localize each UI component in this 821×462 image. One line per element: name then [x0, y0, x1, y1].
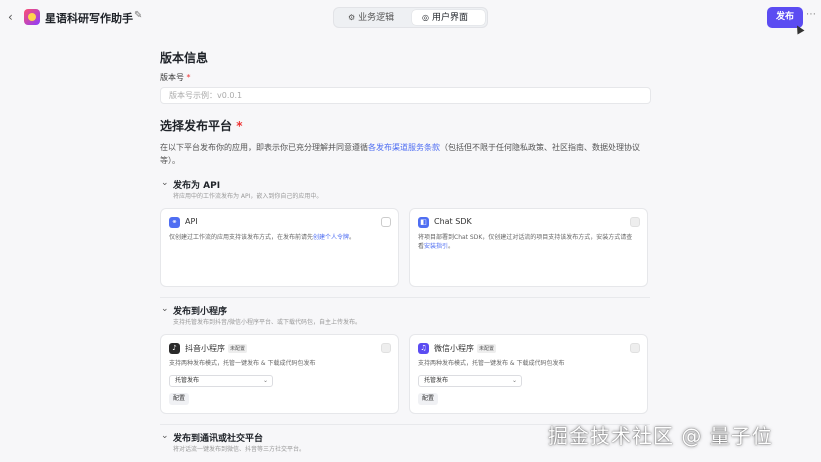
status-badge: 未配置 [228, 344, 248, 353]
section-subtitle: 将应用中的工作流发布为 API，嵌入到你自己的应用中。 [173, 193, 323, 200]
select-value: 托管发布 [175, 377, 200, 384]
wechat-checkbox[interactable] [630, 343, 640, 353]
configure-button[interactable]: 配置 [418, 393, 438, 405]
card-wechat-mini-program[interactable]: ♫ 微信小程序 未配置 支持两种发布模式，托管一键发布 & 下载成代码包发布 托管… [409, 334, 648, 414]
chevron-down-icon[interactable]: ⌄ [161, 304, 169, 314]
version-section-title: 版本信息 [160, 51, 209, 65]
divider [160, 297, 650, 298]
select-value: 托管发布 [424, 377, 449, 384]
card-description: 将项目部署到Chat SDK，仅创建过对话流的项目支持该发布方式，安装方式请查看… [418, 233, 638, 251]
card-name-text: 抖音小程序 [185, 344, 225, 353]
version-field-label: 版本号 * [160, 72, 191, 83]
card-name: API [185, 217, 198, 226]
section-subtitle: 支持托管发布到抖音/微信小程序平台、或下载代码包，自主上传发布。 [173, 319, 362, 326]
wechat-mini-program-icon: ♫ [418, 343, 429, 354]
card-name: 微信小程序 未配置 [434, 343, 497, 354]
chat-sdk-checkbox[interactable] [630, 217, 640, 227]
section-title: 发布到通讯或社交平台 [173, 434, 264, 444]
card-description: 支持两种发布模式，托管一键发布 & 下载成代码包发布 [169, 360, 316, 367]
card-api[interactable]: ⚭ API 仅创建过工作流的应用支持该发布方式，在发布前请先创建个人令牌。 [160, 208, 399, 287]
app-title: 星语科研写作助手 [45, 12, 133, 25]
douyin-checkbox[interactable] [381, 343, 391, 353]
card-name-text: 微信小程序 [434, 344, 474, 353]
tab-business-logic[interactable]: ⚙ 业务逻辑 [340, 10, 410, 25]
version-label-text: 版本号 [160, 73, 184, 82]
required-mark: * [236, 119, 243, 133]
card-name: Chat SDK [434, 217, 472, 226]
desc-text: 。 [448, 243, 455, 250]
section-title: 发布到小程序 [173, 307, 228, 317]
chevron-down-icon[interactable]: ⌄ [161, 431, 169, 441]
top-bar: ‹ 星语科研写作助手 ✎ ⚙ 业务逻辑 ◎ 用户界面 发布 ⋯ [0, 0, 821, 36]
watermark: 掘金技术社区 @ 量子位 [548, 424, 773, 448]
publish-form: 版本信息 版本号 * 版本号示例：v0.0.1 选择发布平台 * 在以下平台发布… [155, 36, 651, 462]
douyin-icon: ♪ [169, 343, 180, 354]
sdk-icon: ◧ [418, 217, 429, 228]
configure-button[interactable]: 配置 [169, 393, 189, 405]
install-guide-link[interactable]: 安装指引 [424, 243, 448, 250]
platform-section-title: 选择发布平台 * [160, 117, 242, 134]
platform-title-text: 选择发布平台 [160, 119, 233, 133]
required-mark: * [186, 73, 191, 82]
api-checkbox[interactable] [381, 217, 391, 227]
logic-icon: ⚙ [348, 13, 356, 22]
link-icon: ⚭ [169, 217, 180, 228]
view-switcher: ⚙ 业务逻辑 ◎ 用户界面 [333, 7, 488, 28]
platform-description: 在以下平台发布你的应用，即表示你已充分理解并同意遵循各发布渠道服务条款（包括但不… [160, 141, 650, 167]
tab-label: 业务逻辑 [358, 13, 395, 23]
tab-label: 用户界面 [431, 13, 468, 23]
back-icon[interactable]: ‹ [8, 10, 13, 24]
chevron-down-icon: ⌄ [511, 377, 517, 384]
card-chat-sdk[interactable]: ◧ Chat SDK 将项目部署到Chat SDK，仅创建过对话流的项目支持该发… [409, 208, 648, 287]
terms-link[interactable]: 各发布渠道服务条款 [368, 143, 440, 152]
card-douyin-mini-program[interactable]: ♪ 抖音小程序 未配置 支持两种发布模式，托管一键发布 & 下载成代码包发布 托管… [160, 334, 399, 414]
chevron-down-icon: ⌄ [262, 377, 268, 384]
chevron-down-icon[interactable]: ⌄ [161, 178, 169, 188]
status-badge: 未配置 [477, 344, 497, 353]
card-description: 仅创建过工作流的应用支持该发布方式，在发布前请先创建个人令牌。 [169, 233, 389, 242]
more-icon[interactable]: ⋯ [806, 9, 816, 20]
mouse-cursor-icon [793, 23, 805, 35]
edit-icon[interactable]: ✎ [134, 10, 142, 21]
card-name: 抖音小程序 未配置 [185, 343, 248, 354]
tab-user-interface[interactable]: ◎ 用户界面 [412, 10, 485, 25]
card-description: 支持两种发布模式，托管一键发布 & 下载成代码包发布 [418, 360, 565, 367]
publish-mode-select[interactable]: 托管发布 ⌄ [418, 375, 522, 387]
section-subtitle: 将对话流一键发布到微信、抖音等三方社交平台。 [173, 446, 306, 453]
section-title: 发布为 API [173, 181, 221, 191]
desc-text: 。 [349, 234, 356, 241]
palette-icon: ◎ [422, 13, 429, 22]
desc-text: 仅创建过工作流的应用支持该发布方式，在发布前请先 [169, 234, 314, 241]
create-token-link[interactable]: 创建个人令牌 [313, 234, 349, 241]
desc-text: 在以下平台发布你的应用，即表示你已充分理解并同意遵循 [160, 143, 368, 152]
publish-mode-select[interactable]: 托管发布 ⌄ [169, 375, 273, 387]
version-input[interactable]: 版本号示例：v0.0.1 [160, 87, 651, 104]
app-logo-icon [24, 9, 40, 25]
